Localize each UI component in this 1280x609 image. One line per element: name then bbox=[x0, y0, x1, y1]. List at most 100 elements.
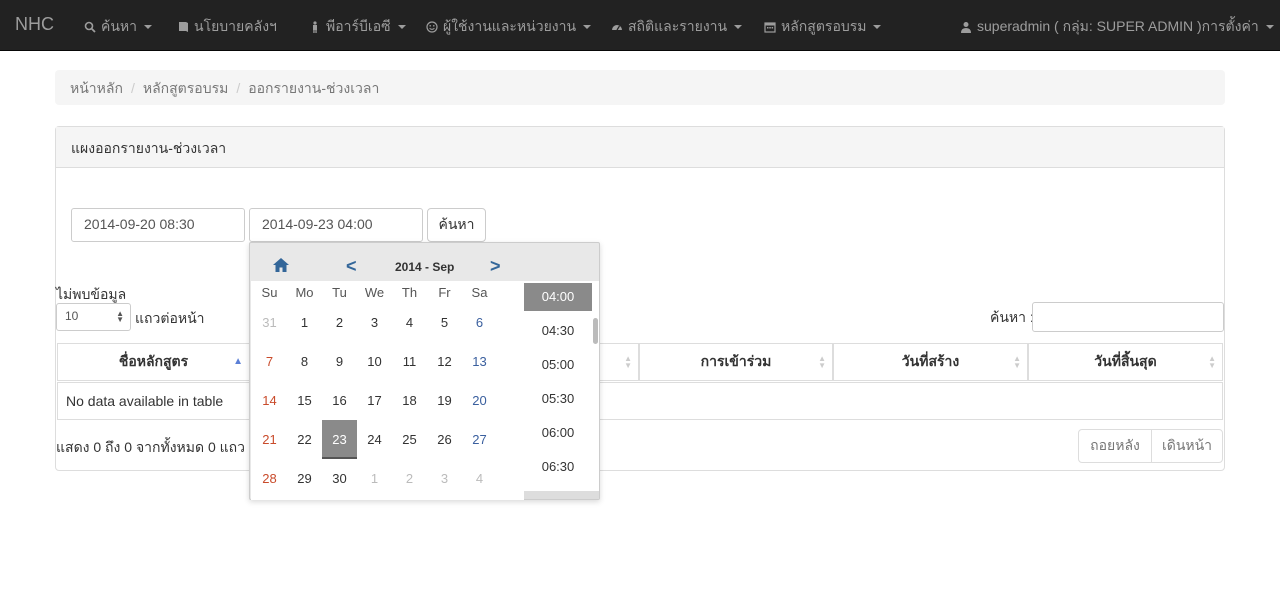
user-icon bbox=[961, 22, 971, 33]
breadcrumb-home-link[interactable]: หน้าหลัก bbox=[70, 80, 123, 96]
calendar-day[interactable]: 20 bbox=[462, 381, 497, 420]
calendar-day[interactable]: 21 bbox=[252, 420, 287, 459]
next-month-button[interactable]: > bbox=[490, 256, 501, 277]
pagination-next-button[interactable]: เดินหน้า bbox=[1151, 429, 1223, 463]
calendar-day[interactable]: 25 bbox=[392, 420, 427, 459]
calendar-day[interactable]: 17 bbox=[357, 381, 392, 420]
nav-user-menu[interactable]: superadmin ( กลุ่ม: SUPER ADMIN )การตั้ง… bbox=[960, 16, 1274, 38]
sort-both-icon: ▲ ▼ bbox=[1208, 354, 1216, 370]
chevron-down-icon bbox=[734, 25, 743, 29]
calendar-day[interactable]: 10 bbox=[357, 342, 392, 381]
calendar-day[interactable]: 12 bbox=[427, 342, 462, 381]
panel-title: แผงออกรายงาน-ช่วงเวลา bbox=[56, 127, 1224, 168]
day-of-week-label: Su bbox=[261, 285, 278, 300]
search-button[interactable]: ค้นหา bbox=[427, 208, 486, 242]
day-of-week-label: Fr bbox=[438, 285, 451, 300]
breadcrumb: หน้าหลัก / หลักสูตรอบรม / ออกรายงาน-ช่วงเวลา bbox=[55, 70, 1225, 105]
nav-users-label: ผู้ใช้งานและหน่วยงาน bbox=[443, 18, 577, 34]
calendar-day[interactable]: 7 bbox=[252, 342, 287, 381]
start-datetime-input[interactable]: 2014-09-20 08:30 bbox=[71, 208, 245, 242]
calendar-day[interactable]: 16 bbox=[322, 381, 357, 420]
datetime-picker: < 2014 - Sep > Su Mo Tu We Th Fr Sa 31 1 2 3 4 5 6 7 8 9… bbox=[249, 242, 600, 500]
prev-month-button[interactable]: < bbox=[346, 256, 357, 277]
column-header-attendance[interactable]: การเข้าร่วม ▲ ▼ bbox=[639, 344, 833, 380]
time-option[interactable]: 06:00 bbox=[524, 419, 592, 447]
nav-prbac-label: พีอาร์บีเอซี bbox=[326, 18, 391, 34]
table-search-input[interactable] bbox=[1032, 302, 1224, 332]
calendar-day[interactable]: 29 bbox=[287, 459, 322, 498]
column-header-course-name[interactable]: ชื่อหลักสูตร ▲ bbox=[57, 344, 250, 380]
day-of-week-label: Mo bbox=[295, 285, 314, 300]
day-of-week-label: We bbox=[364, 285, 385, 300]
nav-courses-menu[interactable]: หลักสูตรอบรม bbox=[764, 16, 882, 38]
sort-both-icon: ▲ ▼ bbox=[1013, 354, 1021, 370]
smile-icon bbox=[426, 21, 438, 33]
calendar-icon bbox=[764, 22, 776, 33]
time-option[interactable]: 04:30 bbox=[524, 317, 592, 345]
time-option-selected[interactable]: 04:00 bbox=[524, 283, 592, 311]
home-icon[interactable] bbox=[272, 257, 290, 273]
calendar-day[interactable]: 26 bbox=[427, 420, 462, 459]
nav-policy-label: นโยบายคลังฯ bbox=[194, 18, 277, 34]
calendar-day[interactable]: 6 bbox=[462, 303, 497, 342]
breadcrumb-courses-link[interactable]: หลักสูตรอบรม bbox=[143, 80, 228, 96]
calendar-day[interactable]: 9 bbox=[322, 342, 357, 381]
sort-asc-icon: ▲ bbox=[233, 356, 243, 367]
day-of-week-label: Sa bbox=[471, 285, 488, 300]
calendar-day[interactable]: 30 bbox=[322, 459, 357, 498]
calendar-day[interactable]: 1 bbox=[357, 459, 392, 498]
calendar-day[interactable]: 14 bbox=[252, 381, 287, 420]
select-arrows-icon: ▲ ▼ bbox=[116, 309, 124, 324]
nav-stats-label: สถิติและรายงาน bbox=[628, 18, 728, 34]
table-search-label: ค้นหา : bbox=[990, 309, 1034, 325]
calendar-day[interactable]: 31 bbox=[252, 303, 287, 342]
calendar-day[interactable]: 2 bbox=[392, 459, 427, 498]
calendar-day[interactable]: 3 bbox=[357, 303, 392, 342]
page-length-select[interactable]: 10 ▲ ▼ bbox=[56, 303, 131, 331]
calendar-grid: Su Mo Tu We Th Fr Sa 31 1 2 3 4 5 6 7 8 9 10 11 12 13 14 15 16 1… bbox=[251, 281, 524, 500]
calendar-day[interactable]: 19 bbox=[427, 381, 462, 420]
calendar-day-selected[interactable]: 23 bbox=[322, 420, 357, 459]
day-of-week-label: Th bbox=[401, 285, 418, 300]
calendar-day[interactable]: 8 bbox=[287, 342, 322, 381]
time-list-scrollbar[interactable] bbox=[593, 318, 598, 344]
nav-search-menu[interactable]: ค้นหา bbox=[84, 16, 153, 38]
breadcrumb-separator: / bbox=[130, 80, 135, 96]
chevron-down-icon bbox=[1265, 25, 1274, 29]
calendar-day[interactable]: 18 bbox=[392, 381, 427, 420]
calendar-day[interactable]: 4 bbox=[392, 303, 427, 342]
day-of-week-label: Tu bbox=[332, 285, 347, 300]
calendar-day[interactable]: 15 bbox=[287, 381, 322, 420]
time-option[interactable]: 05:00 bbox=[524, 351, 592, 379]
calendar-day[interactable]: 28 bbox=[252, 459, 287, 498]
table-summary: แสดง 0 ถึง 0 จากทั้งหมด 0 แถว bbox=[56, 439, 246, 455]
calendar-day[interactable]: 5 bbox=[427, 303, 462, 342]
time-option[interactable]: 06:30 bbox=[524, 453, 592, 481]
dashboard-icon bbox=[612, 25, 622, 31]
brand-logo[interactable]: NHC bbox=[15, 14, 54, 35]
nav-policy-menu[interactable]: นโยบายคลังฯ bbox=[177, 16, 277, 38]
calendar-day[interactable]: 4 bbox=[462, 459, 497, 498]
person-icon bbox=[313, 21, 317, 33]
column-header-created[interactable]: วันที่สร้าง ▲ ▼ bbox=[833, 344, 1028, 380]
top-navbar: NHC ค้นหา นโยบายคลังฯ พีอาร์บีเอซี ผู้ใช… bbox=[0, 0, 1280, 51]
pagination-previous-button[interactable]: ถอยหลัง bbox=[1078, 429, 1152, 463]
time-option[interactable]: 05:30 bbox=[524, 385, 592, 413]
nav-users-menu[interactable]: ผู้ใช้งานและหน่วยงาน bbox=[426, 16, 592, 38]
calendar-day[interactable]: 22 bbox=[287, 420, 322, 459]
calendar-day[interactable]: 11 bbox=[392, 342, 427, 381]
nav-prbac-menu[interactable]: พีอาร์บีเอซี bbox=[309, 16, 406, 38]
column-header-end-date[interactable]: วันที่สิ้นสุด ▲ ▼ bbox=[1028, 344, 1223, 380]
chevron-down-icon bbox=[583, 25, 592, 29]
calendar-day[interactable]: 1 bbox=[287, 303, 322, 342]
calendar-day[interactable]: 13 bbox=[462, 342, 497, 381]
nav-stats-menu[interactable]: สถิติและรายงาน bbox=[611, 16, 743, 38]
end-datetime-input[interactable]: 2014-09-23 04:00 bbox=[249, 208, 423, 242]
table-header: ชื่อหลักสูตร ▲ ▲ ▼ การเข้าร่วม ▲ ▼ วันที่ส… bbox=[57, 343, 1223, 381]
calendar-day[interactable]: 27 bbox=[462, 420, 497, 459]
time-list: 04:00 04:30 05:00 05:30 06:00 06:30 bbox=[524, 281, 599, 491]
calendar-day[interactable]: 3 bbox=[427, 459, 462, 498]
calendar-day[interactable]: 2 bbox=[322, 303, 357, 342]
column-label: การเข้าร่วม bbox=[700, 353, 772, 369]
calendar-day[interactable]: 24 bbox=[357, 420, 392, 459]
